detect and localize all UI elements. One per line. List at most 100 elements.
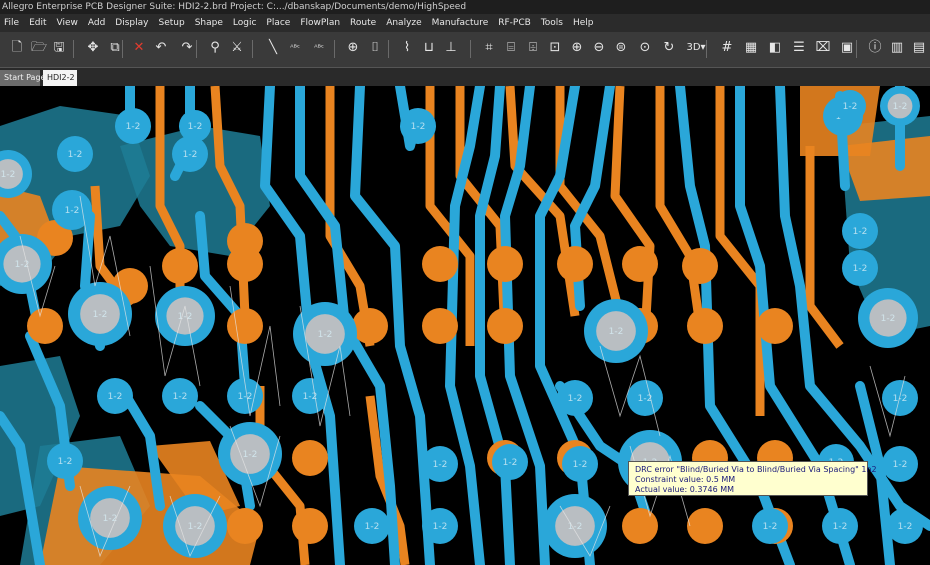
via-label: 1-2 bbox=[108, 392, 123, 402]
spread-icon[interactable]: ⌸ bbox=[502, 39, 520, 57]
via-label: 1-2 bbox=[503, 458, 518, 468]
window-icon[interactable]: ▣ bbox=[838, 39, 856, 57]
menu-view[interactable]: View bbox=[53, 14, 84, 32]
spreadsheet-icon[interactable]: ▤ bbox=[910, 39, 928, 57]
color-icon[interactable]: ▦ bbox=[742, 39, 760, 57]
via-label: 1-2 bbox=[568, 394, 583, 404]
orange-pad bbox=[422, 308, 458, 344]
via-label: 1-2 bbox=[188, 122, 203, 132]
orange-trace bbox=[805, 146, 844, 349]
new-icon[interactable]: 🗋 bbox=[8, 39, 26, 57]
via-label: 1-2 bbox=[1, 170, 16, 180]
orange-pad bbox=[687, 508, 723, 544]
via-label: 1-2 bbox=[898, 522, 913, 532]
via-label: 1-2 bbox=[103, 514, 118, 524]
orange-pad bbox=[292, 440, 328, 476]
tab-hdi2-2[interactable]: HDI2-2 bbox=[43, 70, 77, 86]
toolbar-separator bbox=[122, 40, 123, 58]
menu-display[interactable]: Display bbox=[111, 14, 154, 32]
redo-icon[interactable]: ↷ bbox=[178, 39, 196, 57]
delay-tune-icon[interactable]: ⌇ bbox=[398, 39, 416, 57]
via-label: 1-2 bbox=[833, 522, 848, 532]
orange-pad bbox=[557, 246, 593, 282]
tab-start-page[interactable]: Start Page bbox=[0, 70, 45, 86]
via-label: 1-2 bbox=[238, 392, 253, 402]
zoom-in-icon[interactable]: ⊕ bbox=[568, 39, 586, 57]
add-text-icon[interactable]: ᴬᴮᶜ bbox=[286, 39, 304, 57]
redraw-icon[interactable]: ↻ bbox=[660, 39, 678, 57]
zoom-fit-icon[interactable]: ⊡ bbox=[546, 39, 564, 57]
grid-icon[interactable]: # bbox=[718, 39, 736, 57]
report-icon[interactable]: ▥ bbox=[888, 39, 906, 57]
orange-pad bbox=[757, 308, 793, 344]
vertex-icon[interactable]: ⊥ bbox=[442, 39, 460, 57]
edit-text-icon[interactable]: ᴬᴮᶜ bbox=[310, 39, 328, 57]
drc-actual-value: Actual value: 0.3746 MM bbox=[635, 485, 735, 494]
pin-icon[interactable]: ⚲ bbox=[206, 39, 224, 57]
shadow-icon[interactable]: ◧ bbox=[766, 39, 784, 57]
menu-manufacture[interactable]: Manufacture bbox=[428, 14, 495, 32]
via-label: 1-2 bbox=[853, 227, 868, 237]
move-icon[interactable]: ✥ bbox=[84, 39, 102, 57]
orange-pad bbox=[682, 248, 718, 284]
menu-edit[interactable]: Edit bbox=[25, 14, 52, 32]
zoom-previous-icon[interactable]: ⊜ bbox=[612, 39, 630, 57]
layer-icon[interactable]: ☰ bbox=[790, 39, 808, 57]
via-label: 1-2 bbox=[843, 102, 858, 112]
via-label: 1-2 bbox=[58, 457, 73, 467]
save-icon[interactable]: 🖫 bbox=[50, 39, 68, 57]
toolbar-separator bbox=[388, 40, 389, 58]
add-connect-icon[interactable]: ⊕ bbox=[344, 39, 362, 57]
menu-shape[interactable]: Shape bbox=[191, 14, 229, 32]
allegro-window: Allegro Enterprise PCB Designer Suite: H… bbox=[0, 0, 930, 565]
via-label: 1-2 bbox=[126, 122, 141, 132]
add-line-icon[interactable]: ╲ bbox=[264, 39, 282, 57]
undo-icon[interactable]: ↶ bbox=[152, 39, 170, 57]
info-icon[interactable]: ⓘ bbox=[866, 39, 884, 57]
blue-trace bbox=[535, 86, 595, 565]
slide-icon[interactable]: ⌷ bbox=[366, 39, 384, 57]
via-label: 1-2 bbox=[183, 150, 198, 160]
delete-icon[interactable]: ✕ bbox=[130, 39, 148, 57]
via-label: 1-2 bbox=[853, 264, 868, 274]
via-label: 1-2 bbox=[881, 314, 896, 324]
3d-view-icon[interactable]: 3D▾ bbox=[684, 39, 708, 57]
menu-file[interactable]: File bbox=[0, 14, 25, 32]
via-label: 1-2 bbox=[609, 327, 624, 337]
orange-pad bbox=[352, 308, 388, 344]
drc-error-title: DRC error "Blind/Buried Via to Blind/Bur… bbox=[635, 465, 877, 474]
orange-pad bbox=[622, 508, 658, 544]
menu-help[interactable]: Help bbox=[569, 14, 600, 32]
menu-rf-pcb[interactable]: RF-PCB bbox=[494, 14, 537, 32]
menu-setup[interactable]: Setup bbox=[154, 14, 190, 32]
zoom-out-icon[interactable]: ⊖ bbox=[590, 39, 608, 57]
via-label: 1-2 bbox=[178, 312, 193, 322]
via-label: 1-2 bbox=[893, 460, 908, 470]
unrats-icon[interactable]: ⌧ bbox=[814, 39, 832, 57]
menu-route[interactable]: Route bbox=[346, 14, 382, 32]
fanout-icon[interactable]: ⌗ bbox=[480, 39, 498, 57]
window-title: Allegro Enterprise PCB Designer Suite: H… bbox=[0, 0, 930, 14]
drc-constraint-value: Constraint value: 0.5 MM bbox=[635, 475, 736, 484]
orange-pad bbox=[292, 508, 328, 544]
via-label: 1-2 bbox=[365, 522, 380, 532]
menu-place[interactable]: Place bbox=[262, 14, 296, 32]
menu-logic[interactable]: Logic bbox=[229, 14, 263, 32]
orange-pad bbox=[487, 308, 523, 344]
menu-add[interactable]: Add bbox=[84, 14, 111, 32]
menu-tools[interactable]: Tools bbox=[537, 14, 569, 32]
drc-error-tooltip: DRC error "Blind/Buried Via to Blind/Bur… bbox=[628, 461, 877, 496]
unpin-icon[interactable]: ⚔ bbox=[228, 39, 246, 57]
via-label: 1-2 bbox=[573, 460, 588, 470]
zoom-world-icon[interactable]: ⊙ bbox=[636, 39, 654, 57]
menu-analyze[interactable]: Analyze bbox=[382, 14, 427, 32]
open-icon[interactable]: 🗁 bbox=[30, 39, 48, 57]
custom-smooth-icon[interactable]: ⊔ bbox=[420, 39, 438, 57]
orange-pad bbox=[422, 246, 458, 282]
orange-pad bbox=[227, 246, 263, 282]
orange-pad bbox=[687, 308, 723, 344]
menu-bar: File Edit View Add Display Setup Shape Logic Pla… bbox=[0, 14, 930, 32]
pcb-canvas[interactable]: 1-2 1-2 1-2 1-2 1-2 1-2 1-2 1-2 1-2 1-2 1-2 1-2 1-2 1… bbox=[0, 86, 930, 565]
menu-flowplan[interactable]: FlowPlan bbox=[296, 14, 346, 32]
gloss-icon[interactable]: ⌹ bbox=[524, 39, 542, 57]
